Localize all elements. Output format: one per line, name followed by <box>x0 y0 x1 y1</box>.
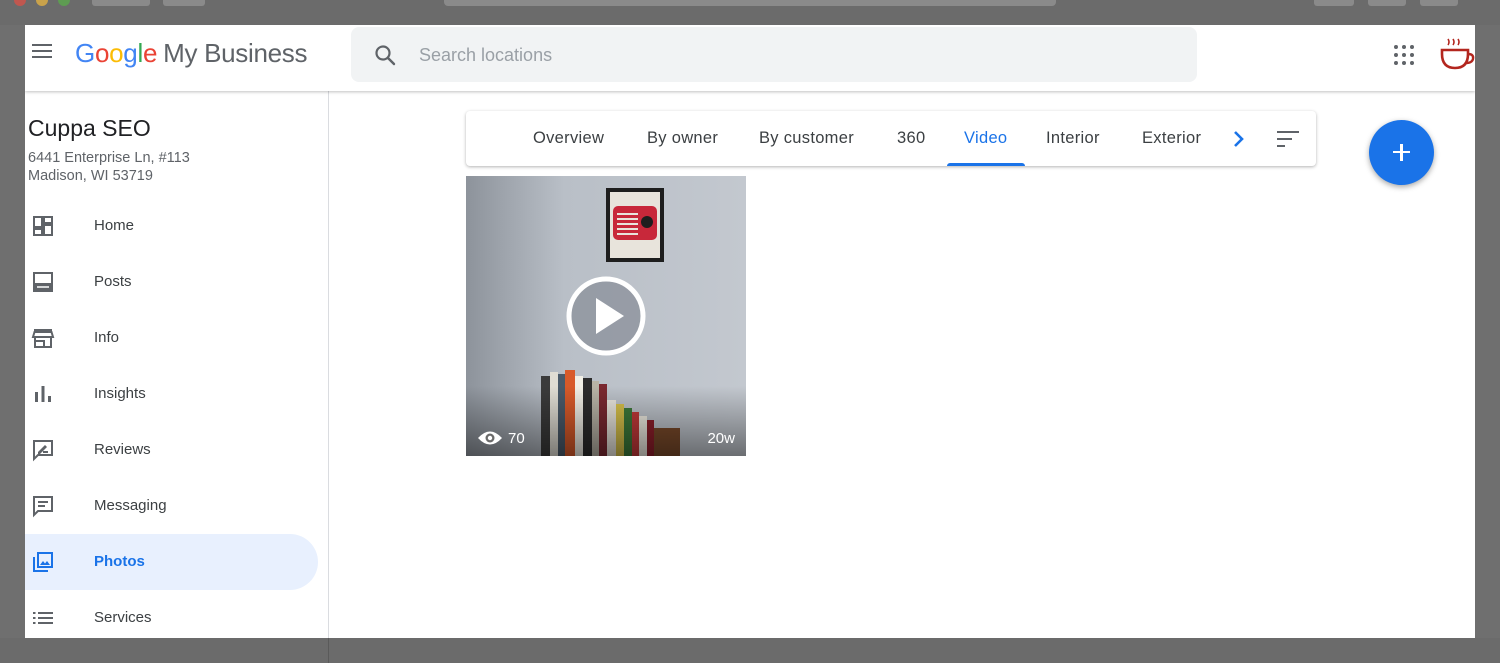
sidebar-item-label: Info <box>94 329 120 346</box>
google-apps-icon[interactable] <box>1394 45 1414 65</box>
address-line-2: Madison, WI 53719 <box>28 168 153 184</box>
sidebar: Cuppa SEO 6441 Enterprise Ln, #113 Madis… <box>25 91 329 638</box>
tab-360[interactable]: 360 <box>897 111 925 166</box>
sidebar-item-label: Services <box>94 609 152 626</box>
sidebar-item-label: Insights <box>94 385 146 402</box>
sidebar-item-label: Home <box>94 217 135 234</box>
logo-google-text: Google <box>75 38 158 68</box>
account-avatar-coffee-cup-icon[interactable] <box>1439 37 1475 73</box>
sidebar-item-services[interactable]: Services <box>25 590 318 638</box>
sidebar-item-label: Posts <box>94 273 132 290</box>
tab-overview[interactable]: Overview <box>533 111 604 166</box>
browser-extension-button[interactable] <box>1314 0 1354 6</box>
window-bottom-edge <box>0 638 1500 663</box>
posts-icon <box>33 272 53 292</box>
photo-category-tabs: Overview By owner By customer 360 Video … <box>466 111 1316 166</box>
browser-tabs-button[interactable] <box>1420 0 1458 6</box>
sort-icon[interactable] <box>1276 129 1300 149</box>
app-window: GoogleMy Business Cuppa SEO 6441 Enterpr… <box>25 25 1475 638</box>
browser-address-bar[interactable] <box>444 0 1056 6</box>
search-bar <box>351 27 1197 82</box>
sidebar-item-posts[interactable]: Posts <box>25 254 318 310</box>
tab-exterior[interactable]: Exterior <box>1142 111 1201 166</box>
tab-interior[interactable]: Interior <box>1046 111 1100 166</box>
logo-product-text: My Business <box>163 38 308 68</box>
play-icon[interactable] <box>566 276 646 356</box>
bar-chart-icon <box>35 386 51 402</box>
sidebar-item-label: Messaging <box>94 497 167 514</box>
sidebar-item-label: Photos <box>94 553 145 570</box>
list-icon <box>33 612 53 624</box>
tab-by-customer[interactable]: By customer <box>759 111 854 166</box>
storefront-icon <box>31 329 55 348</box>
view-count-value: 70 <box>508 430 525 447</box>
eye-icon <box>478 431 502 445</box>
maximize-window-icon[interactable] <box>58 0 70 6</box>
sidebar-item-info[interactable]: Info <box>25 310 318 366</box>
sidebar-item-insights[interactable]: Insights <box>25 366 318 422</box>
sidebar-item-label: Reviews <box>94 441 151 458</box>
chat-icon <box>33 496 53 518</box>
video-age: 20w <box>707 430 735 447</box>
hamburger-menu-icon[interactable] <box>32 44 54 60</box>
dashboard-icon <box>33 216 53 236</box>
rate-review-icon <box>33 440 53 462</box>
search-input[interactable] <box>417 39 1161 71</box>
browser-sidebar-button[interactable] <box>163 0 205 6</box>
top-app-bar: Google My Business <box>25 25 1475 91</box>
sidebar-item-photos[interactable]: Photos <box>25 534 318 590</box>
google-my-business-logo[interactable]: Google My Business <box>75 38 308 69</box>
chevron-right-icon[interactable] <box>1229 128 1249 150</box>
business-name: Cuppa SEO <box>28 115 151 141</box>
business-address: 6441 Enterprise Ln, #113 Madison, WI 537… <box>28 149 190 185</box>
tab-video[interactable]: Video <box>946 111 1026 166</box>
browser-chrome <box>0 0 1500 25</box>
photo-library-icon <box>33 552 53 572</box>
minimize-window-icon[interactable] <box>36 0 48 6</box>
video-thumbnail[interactable]: 70 20w <box>466 176 746 456</box>
tab-by-owner[interactable]: By owner <box>647 111 718 166</box>
sidebar-item-messaging[interactable]: Messaging <box>25 478 318 534</box>
add-photo-button[interactable] <box>1369 120 1434 185</box>
search-icon[interactable] <box>373 43 397 67</box>
browser-share-button[interactable] <box>1368 0 1406 6</box>
sidebar-item-home[interactable]: Home <box>25 198 318 254</box>
address-line-1: 6441 Enterprise Ln, #113 <box>28 150 190 166</box>
close-window-icon[interactable] <box>14 0 26 6</box>
sidebar-item-reviews[interactable]: Reviews <box>25 422 318 478</box>
browser-back-forward[interactable] <box>92 0 150 6</box>
